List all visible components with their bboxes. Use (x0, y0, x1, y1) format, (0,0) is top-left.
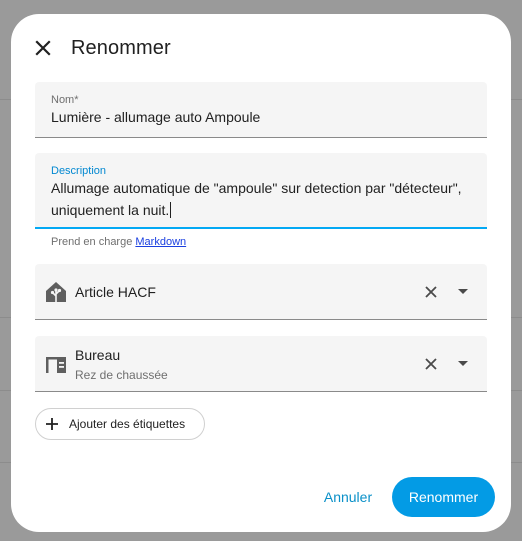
close-icon (35, 40, 51, 56)
helper-prefix: Prend en charge (51, 236, 136, 248)
name-field-value[interactable]: Lumière - allumage auto Ampoule (51, 109, 260, 125)
description-text: Allumage automatique de "ampoule" sur de… (51, 180, 462, 218)
floor-picker-value: Bureau (75, 347, 121, 363)
area-dropdown-button[interactable] (451, 280, 475, 304)
markdown-helper-text: Prend en charge Markdown (51, 236, 186, 248)
floor-picker-sublabel: Rez de chaussée (75, 368, 168, 382)
plus-icon (46, 418, 58, 430)
rename-dialog: Renommer Nom* Lumière - allumage auto Am… (11, 14, 511, 532)
close-icon (425, 358, 437, 370)
description-field-label: Description (51, 165, 107, 177)
area-picker-value: Article HACF (75, 284, 156, 300)
floor-dropdown-button[interactable] (451, 352, 475, 376)
floor-picker[interactable]: Bureau Rez de chaussée (35, 336, 487, 392)
desk-icon (44, 353, 68, 377)
floor-clear-button[interactable] (419, 352, 443, 376)
name-field-label: Nom* (51, 94, 79, 106)
add-labels-label: Ajouter des étiquettes (69, 417, 186, 431)
dialog-header: Renommer (11, 14, 511, 82)
area-clear-button[interactable] (419, 280, 443, 304)
dialog-title: Renommer (71, 37, 171, 59)
description-field[interactable]: Description Allumage automatique de "amp… (35, 153, 487, 229)
name-field[interactable]: Nom* Lumière - allumage auto Ampoule (35, 82, 487, 138)
text-caret (170, 202, 172, 218)
close-icon (425, 286, 437, 298)
area-picker[interactable]: Article HACF (35, 264, 487, 320)
cancel-button[interactable]: Annuler (311, 477, 385, 517)
home-assistant-icon (44, 280, 68, 304)
add-labels-chip[interactable]: Ajouter des étiquettes (35, 408, 205, 440)
caret-down-icon (458, 289, 468, 294)
markdown-link[interactable]: Markdown (135, 236, 186, 248)
rename-button[interactable]: Renommer (392, 477, 495, 517)
caret-down-icon (458, 361, 468, 366)
description-field-value[interactable]: Allumage automatique de "ampoule" sur de… (51, 177, 481, 221)
close-button[interactable] (29, 34, 57, 62)
